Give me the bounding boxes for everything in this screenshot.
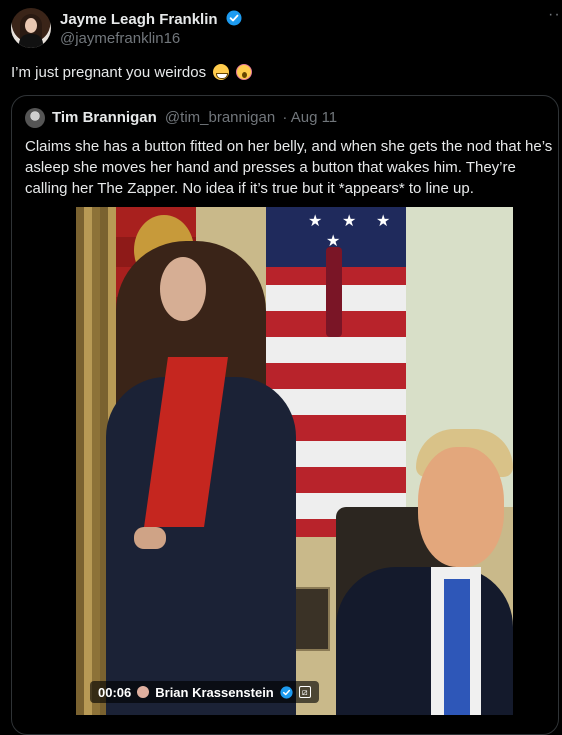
video-player[interactable]: ★ ★ ★ ★ 00:06 Brian Krassenstein ⧄ — [76, 207, 513, 715]
more-options-icon[interactable]: ··· — [548, 6, 562, 24]
hand-image — [134, 527, 166, 549]
grok-icon[interactable]: ⧄ — [298, 686, 311, 698]
star-icon: ★ — [308, 213, 323, 230]
source-avatar-icon — [137, 686, 150, 698]
man-suit-image — [336, 567, 513, 715]
post-text-content: I’m just pregnant you weirdos — [11, 64, 207, 81]
flag-tassel-image — [326, 247, 342, 337]
author-name[interactable]: Jayme Leagh Franklin — [60, 11, 218, 28]
star-icon: ★ — [376, 213, 391, 230]
star-icon: ★ — [342, 213, 357, 230]
verified-badge-icon — [226, 10, 242, 26]
quote-date[interactable]: · Aug 11 — [282, 109, 337, 126]
woman-face-image — [160, 257, 206, 321]
avatar-body — [19, 34, 43, 48]
verified-badge-icon — [280, 685, 293, 699]
quote-author-avatar[interactable] — [25, 108, 45, 128]
quote-header: Tim Brannigan @tim_brannigan · Aug 11 — [52, 109, 337, 126]
quote-author-name[interactable]: Tim Brannigan — [52, 109, 157, 126]
quote-text: Claims she has a button fitted on her be… — [25, 138, 553, 197]
quote-author-handle[interactable]: @tim_brannigan — [165, 109, 275, 126]
post-text: I’m just pregnant you weirdos — [11, 64, 253, 81]
avatar-face — [25, 18, 37, 33]
video-source-name[interactable]: Brian Krassenstein — [155, 685, 274, 700]
author-avatar[interactable] — [11, 8, 51, 48]
man-tie-image — [444, 579, 470, 715]
face-screaming-in-fear-icon — [236, 64, 253, 80]
quoted-tweet[interactable]: Tim Brannigan @tim_brannigan · Aug 11 Cl… — [11, 95, 559, 735]
author-name-row[interactable]: Jayme Leagh Franklin — [60, 10, 242, 28]
grinning-squinting-face-icon — [213, 64, 230, 80]
video-overlay-bar: 00:06 Brian Krassenstein ⧄ — [90, 681, 319, 703]
author-handle[interactable]: @jaymefranklin16 — [60, 30, 180, 47]
man-face-image — [418, 447, 504, 567]
video-timestamp: 00:06 — [98, 684, 132, 700]
